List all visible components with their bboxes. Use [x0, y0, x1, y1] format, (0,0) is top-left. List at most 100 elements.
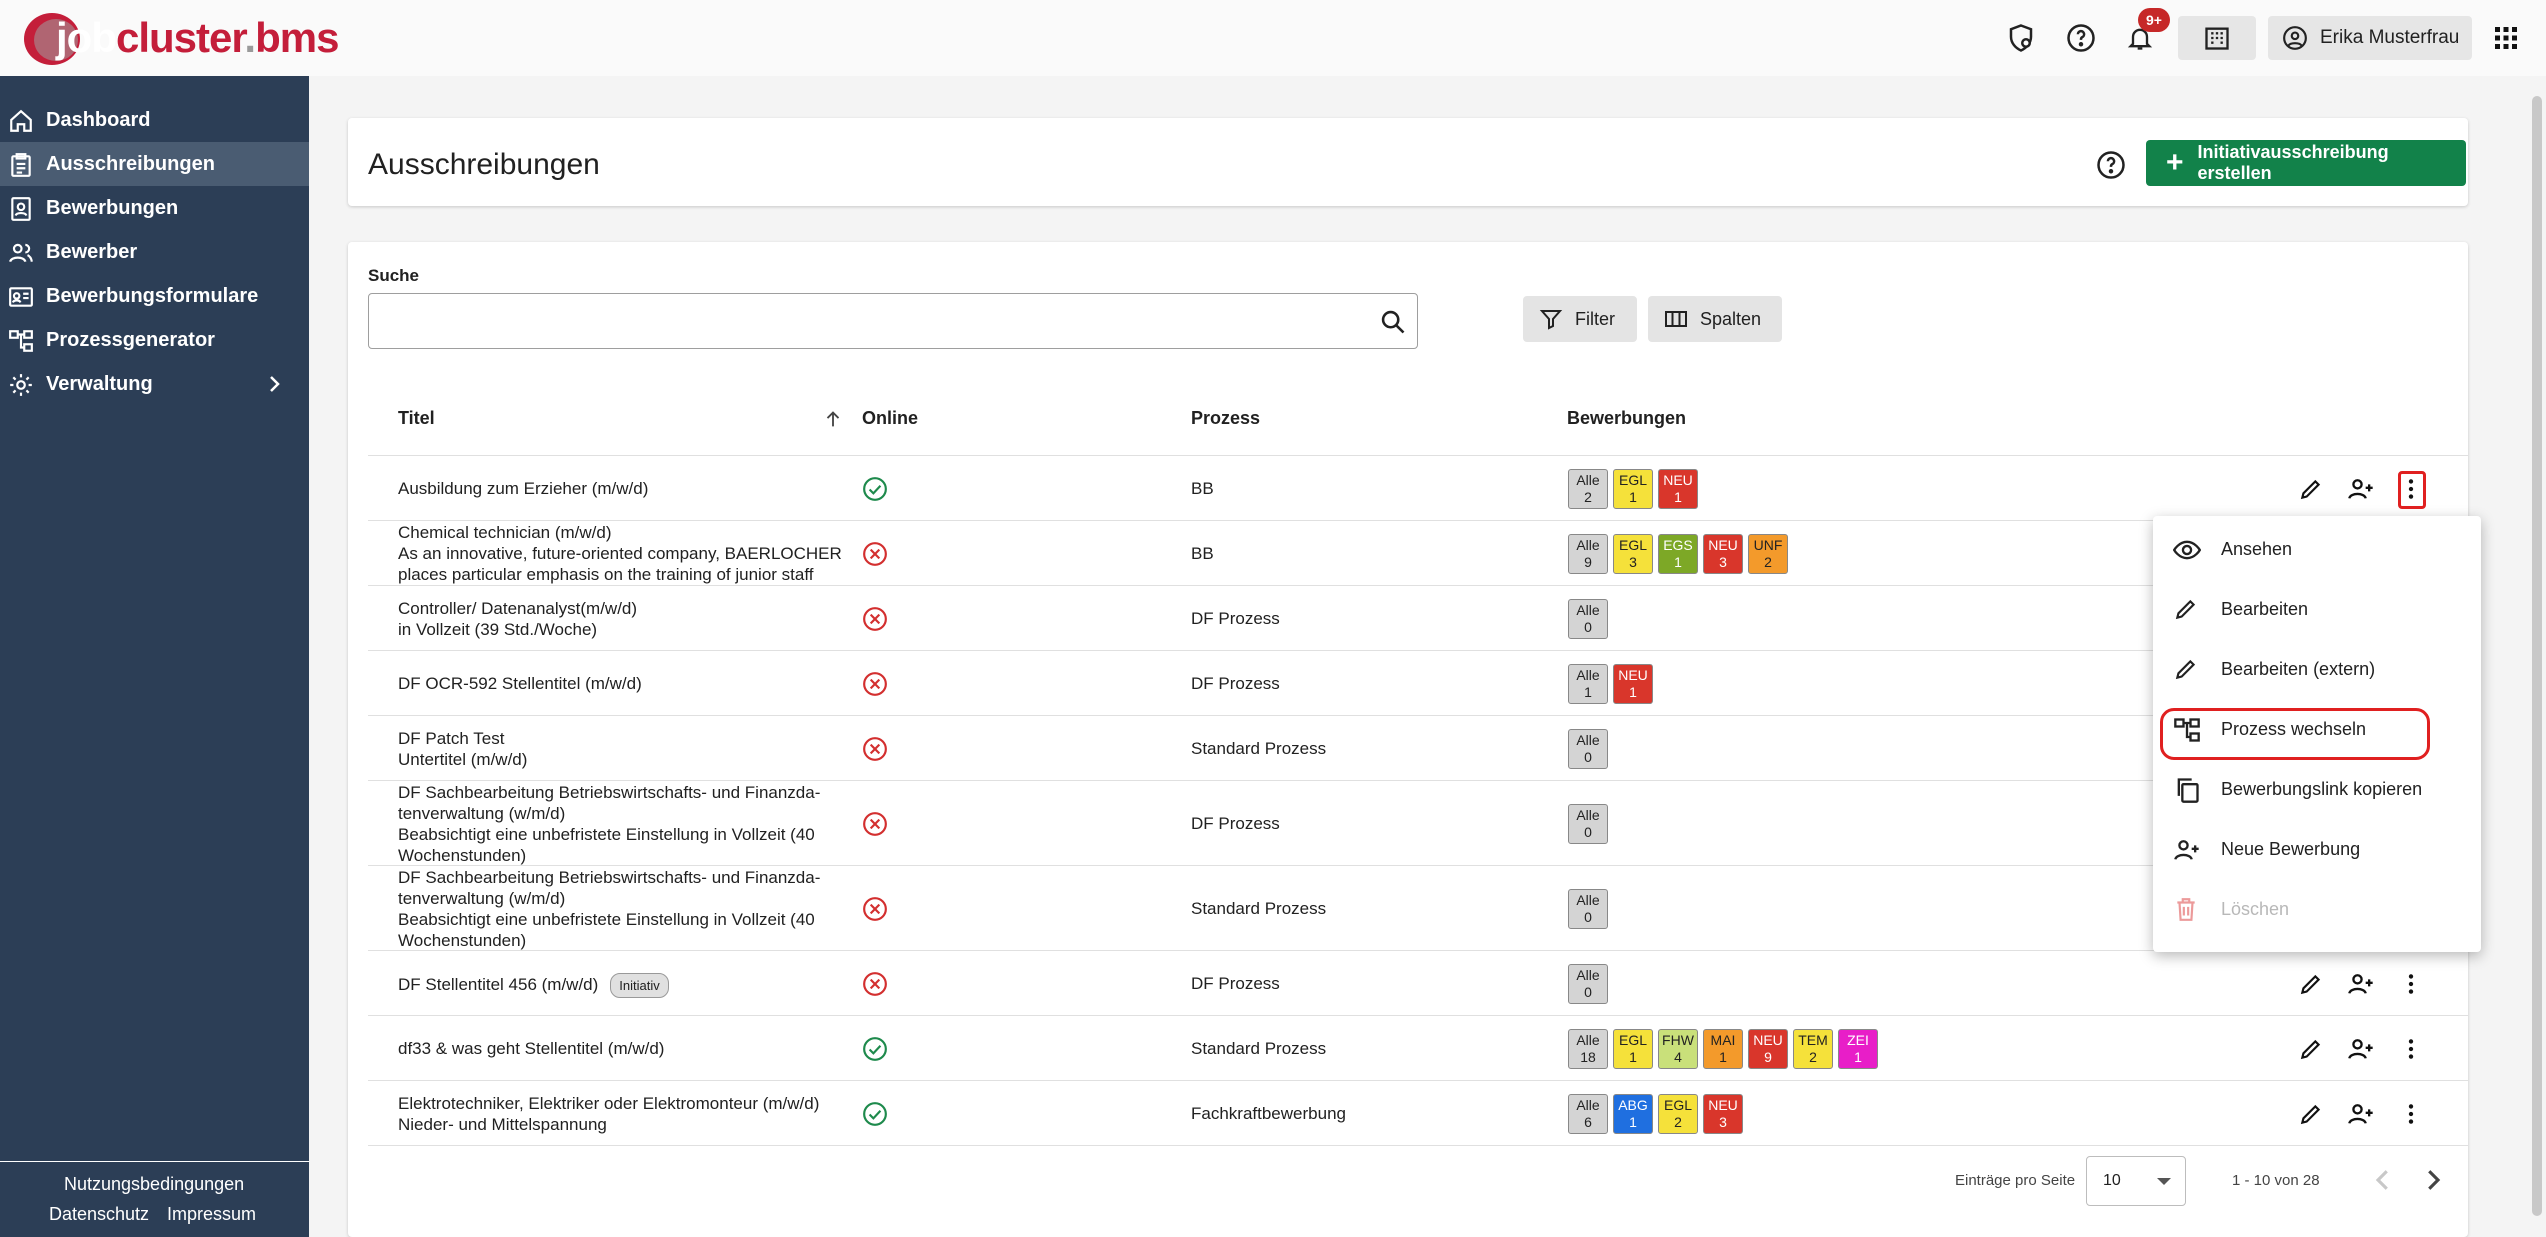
flow-icon — [9, 330, 33, 352]
sidebar-item-dashboard[interactable]: Dashboard — [0, 98, 309, 142]
menu-item-ansehen[interactable]: Ansehen — [2153, 522, 2481, 576]
add-applicant-icon[interactable] — [2346, 474, 2376, 504]
organization-button[interactable] — [2178, 16, 2256, 60]
table-row[interactable]: Ausbildung zum Erzieher (m/w/d) BB Alle 2 EG… — [368, 456, 2468, 521]
status-tag-alle[interactable]: Alle 1 — [1568, 664, 1608, 704]
sidebar-item-prozessgenerator[interactable]: Prozessgenerator — [0, 318, 309, 362]
row-process: BB — [1191, 544, 1214, 563]
apps-grid-icon[interactable] — [2490, 22, 2522, 54]
app-logo[interactable]: jobcluster.bms — [24, 6, 339, 70]
edit-pencil-icon[interactable] — [2296, 1099, 2326, 1129]
status-tag-neu[interactable]: NEU 3 — [1703, 534, 1743, 574]
status-tag-egl[interactable]: EGL 2 — [1658, 1094, 1698, 1134]
row-process: DF Prozess — [1191, 609, 1280, 628]
menu-item-bewerbungslink-kopieren[interactable]: Bewerbungslink kopieren — [2153, 762, 2481, 816]
sidebar-item-bewerbungsformulare[interactable]: Bewerbungsformulare — [0, 274, 309, 318]
status-tag-alle[interactable]: Alle 0 — [1568, 889, 1608, 929]
column-header-process[interactable]: Prozess — [1191, 408, 1260, 429]
status-tag-alle[interactable]: Alle 0 — [1568, 599, 1608, 639]
status-tag-neu[interactable]: NEU 1 — [1613, 664, 1653, 704]
edit-pencil-icon[interactable] — [2296, 474, 2326, 504]
column-header-online[interactable]: Online — [862, 408, 918, 429]
status-tag-abg[interactable]: ABG 1 — [1613, 1094, 1653, 1134]
row-title: DF OCR-592 Stellentitel (m/w/d) — [398, 673, 642, 694]
sidebar-item-bewerber[interactable]: Bewerber — [0, 230, 309, 274]
dropdown-arrow-icon — [2157, 1178, 2171, 1185]
search-icon — [1381, 310, 1405, 334]
row-subtitle-line: tenverwaltung (w/m/d) — [398, 889, 566, 908]
status-tag-egl[interactable]: EGL 3 — [1613, 534, 1653, 574]
status-tag-egl[interactable]: EGL 1 — [1613, 469, 1653, 509]
next-page-icon[interactable] — [2418, 1164, 2448, 1196]
add-applicant-icon[interactable] — [2346, 1034, 2376, 1064]
scrollbar-thumb[interactable] — [2532, 96, 2542, 1216]
row-process: Fachkraftbewerbung — [1191, 1104, 1346, 1123]
sort-ascending-icon[interactable] — [822, 408, 844, 430]
status-tag-alle[interactable]: Alle 18 — [1568, 1029, 1608, 1069]
status-tag-mai[interactable]: MAI 1 — [1703, 1029, 1743, 1069]
status-tag-neu[interactable]: NEU 3 — [1703, 1094, 1743, 1134]
edit-pencil-icon[interactable] — [2296, 969, 2326, 999]
search-input[interactable] — [383, 308, 1343, 336]
search-field[interactable] — [368, 293, 1418, 349]
status-tag-alle[interactable]: Alle 2 — [1568, 469, 1608, 509]
sidebar-item-bewerbungen[interactable]: Bewerbungen — [0, 186, 309, 230]
id-card-icon — [9, 287, 33, 307]
status-tag-fhw[interactable]: FHW 4 — [1658, 1029, 1698, 1069]
building-icon — [2205, 27, 2229, 50]
status-tag-alle[interactable]: Alle 6 — [1568, 1094, 1608, 1134]
status-tag-neu[interactable]: NEU 1 — [1658, 469, 1698, 509]
table-row[interactable]: df33 & was geht Stellentitel (m/w/d) Stan… — [368, 1016, 2468, 1081]
row-title-line: DF Sachbearbeitung Betriebswirtschafts- … — [398, 783, 821, 802]
application-status-tags: Alle 0 — [1568, 964, 1608, 1004]
application-status-tags: Alle 0 — [1568, 599, 1608, 639]
add-applicant-icon[interactable] — [2346, 1099, 2376, 1129]
row-title: df33 & was geht Stellentitel (m/w/d) — [398, 1038, 664, 1059]
status-tag-tem[interactable]: TEM 2 — [1793, 1029, 1833, 1069]
status-tag-neu[interactable]: NEU 9 — [1748, 1029, 1788, 1069]
previous-page-icon[interactable] — [2368, 1164, 2398, 1196]
help-icon[interactable] — [2065, 22, 2097, 54]
page-size-select[interactable]: 10 — [2086, 1156, 2186, 1206]
sidebar-item-ausschreibungen[interactable]: Ausschreibungen — [0, 142, 309, 186]
copy-icon — [2173, 776, 2201, 804]
status-tag-egl[interactable]: EGL 1 — [1613, 1029, 1653, 1069]
column-header-title[interactable]: Titel — [398, 408, 435, 429]
terms-link[interactable]: Nutzungsbedingungen — [64, 1174, 244, 1195]
menu-item-neue-bewerbung[interactable]: Neue Bewerbung — [2153, 822, 2481, 876]
status-tag-alle[interactable]: Alle 0 — [1568, 729, 1608, 769]
application-status-tags: Alle 0 — [1568, 889, 1608, 929]
offline-x-icon — [862, 736, 888, 762]
table-row[interactable]: DF Stellentitel 456 (m/w/d) Initiativ DF P… — [368, 951, 2468, 1016]
add-applicant-icon[interactable] — [2346, 969, 2376, 999]
more-options-icon[interactable] — [2396, 969, 2426, 999]
imprint-link[interactable]: Impressum — [167, 1204, 256, 1225]
create-initiative-button[interactable]: + Initiativausschreibung erstellen — [2146, 140, 2466, 186]
columns-button[interactable]: Spalten — [1648, 296, 1782, 342]
menu-item-bearbeiten[interactable]: Bearbeiten — [2153, 582, 2481, 636]
menu-item-bearbeiten-extern[interactable]: Bearbeiten (extern) — [2153, 642, 2481, 696]
sidebar-item-verwaltung[interactable]: Verwaltung — [0, 362, 309, 406]
page-help-icon[interactable] — [2096, 150, 2128, 182]
status-tag-alle[interactable]: Alle 9 — [1568, 534, 1608, 574]
page-scrollbar[interactable] — [2528, 76, 2546, 1237]
edit-pencil-icon[interactable] — [2296, 1034, 2326, 1064]
status-tag-alle[interactable]: Alle 0 — [1568, 804, 1608, 844]
status-tag-egs[interactable]: EGS 1 — [1658, 534, 1698, 574]
privacy-link[interactable]: Datenschutz — [49, 1204, 149, 1225]
filter-button[interactable]: Filter — [1523, 296, 1637, 342]
user-menu-button[interactable]: Erika Musterfrau — [2268, 16, 2472, 60]
status-tag-alle[interactable]: Alle 0 — [1568, 964, 1608, 1004]
column-header-applications[interactable]: Bewerbungen — [1567, 408, 1686, 429]
offline-x-icon — [862, 896, 888, 922]
more-options-icon[interactable] — [2396, 1099, 2426, 1129]
row-actions — [2296, 969, 2426, 999]
pencil-icon — [2173, 596, 2201, 624]
security-gear-icon[interactable] — [2005, 22, 2037, 54]
table-row[interactable]: Elektrotechniker, Elektriker oder Elektr… — [368, 1081, 2468, 1146]
status-tag-unf[interactable]: UNF 2 — [1748, 534, 1788, 574]
row-title: DF Sachbearbeitung Betriebswirtschafts- … — [398, 867, 820, 951]
more-options-icon[interactable] — [2396, 1034, 2426, 1064]
status-tag-zei[interactable]: ZEI 1 — [1838, 1029, 1878, 1069]
row-title: Elektrotechniker, Elektriker oder Elektr… — [398, 1093, 819, 1135]
